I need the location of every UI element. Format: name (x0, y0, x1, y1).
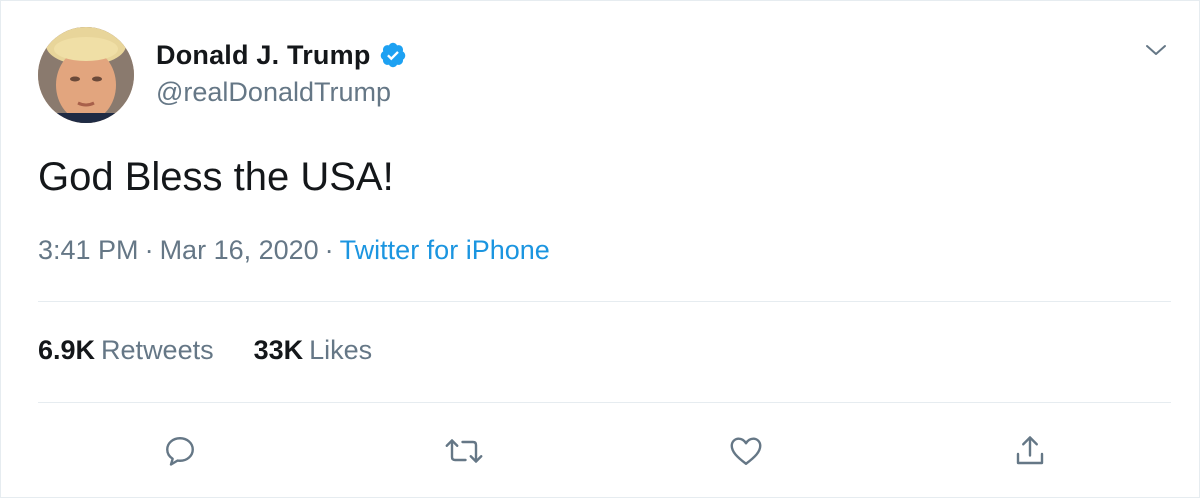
tweet-text: God Bless the USA! (38, 155, 394, 199)
reply-icon (166, 437, 194, 466)
tweet-actions (1, 429, 1200, 477)
tweet-date[interactable]: Mar 16, 2020 (160, 235, 319, 265)
tweet-card: Donald J. Trump @realDonaldTrump God Ble… (0, 0, 1200, 498)
retweets-count: 6.9K (38, 335, 96, 365)
share-icon (1016, 436, 1044, 465)
author-display-name[interactable]: Donald J. Trump (156, 40, 371, 71)
retweet-icon (445, 439, 483, 463)
retweets-label: Retweets (101, 335, 214, 365)
verified-badge-icon (379, 41, 407, 69)
like-button[interactable] (724, 429, 768, 473)
retweets-stat[interactable]: 6.9K Retweets (38, 335, 214, 366)
likes-label: Likes (309, 335, 373, 365)
tweet-source-link[interactable]: Twitter for iPhone (340, 235, 550, 265)
chevron-down-icon[interactable] (1143, 37, 1169, 63)
meta-separator: · (144, 235, 154, 265)
tweet-time[interactable]: 3:41 PM (38, 235, 139, 265)
divider (38, 301, 1171, 302)
heart-icon (730, 437, 762, 465)
avatar-image (38, 27, 134, 123)
share-button[interactable] (1008, 429, 1052, 473)
divider (38, 402, 1171, 403)
avatar[interactable] (38, 27, 134, 123)
likes-count: 33K (253, 335, 304, 365)
retweet-button[interactable] (442, 429, 486, 473)
meta-separator: · (324, 235, 334, 265)
author-handle[interactable]: @realDonaldTrump (156, 77, 391, 108)
reply-button[interactable] (158, 429, 202, 473)
author-name-row[interactable]: Donald J. Trump (156, 37, 407, 73)
likes-stat[interactable]: 33K Likes (254, 335, 373, 366)
tweet-stats: 6.9K Retweets 33K Likes (38, 335, 372, 366)
tweet-meta: 3:41 PM · Mar 16, 2020 · Twitter for iPhone (38, 235, 550, 266)
